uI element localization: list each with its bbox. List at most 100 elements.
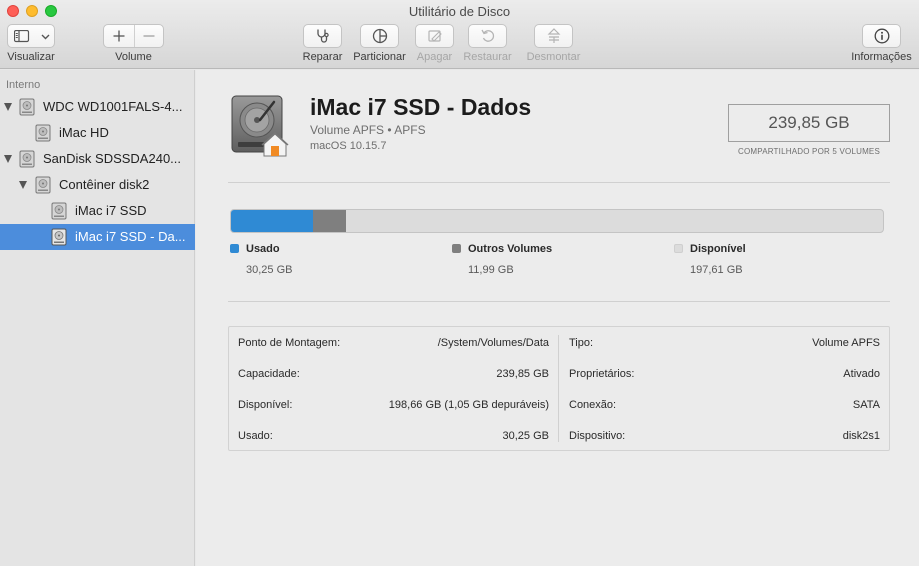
info-row: Capacidade: 239,85 GB: [238, 358, 549, 389]
info-row: Conexão: SATA: [569, 389, 880, 420]
sidebar-item-label: iMac i7 SSD: [75, 203, 147, 218]
unmount-button[interactable]: [534, 24, 573, 48]
info-value: 198,66 GB (1,05 GB depuráveis): [388, 398, 549, 411]
hard-drive-icon: [51, 202, 67, 220]
usage-segment-used: [231, 210, 313, 232]
sidebar-item-imac-i7-ssd[interactable]: iMac i7 SSD: [0, 198, 195, 224]
info-row: Usado: 30,25 GB: [238, 420, 549, 451]
hard-drive-icon: [19, 98, 35, 116]
hard-drive-icon: [19, 150, 35, 168]
unmount-icon: [547, 28, 560, 43]
restore-button[interactable]: [468, 24, 507, 48]
info-key: Capacidade:: [238, 367, 300, 380]
sidebar-item-container-disk2[interactable]: Contêiner disk2: [0, 172, 195, 198]
volume-info-table: Ponto de Montagem: /System/Volumes/Data …: [228, 326, 890, 451]
info-value: SATA: [852, 398, 880, 411]
info-value: 239,85 GB: [496, 367, 549, 380]
sidebar-item-label: iMac i7 SSD - Da...: [75, 229, 186, 244]
partition-button[interactable]: [360, 24, 399, 48]
divider: [228, 182, 890, 183]
view-button[interactable]: [7, 24, 55, 48]
disclosure-triangle-icon[interactable]: [19, 181, 27, 189]
sidebar: Interno WDC WD1001FALS-4... iMac HD SanD…: [0, 70, 195, 566]
restore-icon: [480, 29, 494, 42]
partition-label: Particionar: [353, 51, 406, 63]
pie-icon: [372, 28, 387, 44]
sidebar-item-sandisk-disk[interactable]: SanDisk SDSSDA240...: [0, 146, 195, 172]
view-label: Visualizar: [7, 51, 55, 63]
usage-bar: [230, 209, 884, 233]
volume-label: Volume: [115, 51, 152, 63]
legend-label: Usado: [246, 243, 280, 255]
volume-segmented-control: [103, 24, 164, 48]
volume-os: macOS 10.15.7: [310, 140, 387, 152]
sidebar-item-label: WDC WD1001FALS-4...: [43, 99, 183, 114]
chevron-down-icon: [41, 34, 50, 40]
disclosure-triangle-icon[interactable]: [4, 155, 12, 163]
sidebar-icon: [14, 30, 30, 43]
unmount-label: Desmontar: [526, 51, 581, 63]
hard-drive-icon: [35, 176, 51, 194]
info-row: Dispositivo: disk2s1: [569, 420, 880, 451]
info-row: Tipo: Volume APFS: [569, 327, 880, 358]
sidebar-item-imac-hd[interactable]: iMac HD: [0, 120, 195, 146]
info-row: Ponto de Montagem: /System/Volumes/Data: [238, 327, 549, 358]
info-label: Informações: [851, 51, 912, 63]
legend-label: Outros Volumes: [468, 243, 553, 255]
info-value: /System/Volumes/Data: [437, 336, 549, 349]
info-key: Disponível:: [238, 398, 293, 411]
sidebar-item-label: iMac HD: [59, 125, 109, 140]
sidebar-item-label: SanDisk SDSSDA240...: [43, 151, 182, 166]
disclosure-triangle-icon[interactable]: [4, 103, 12, 111]
restore-label: Restaurar: [463, 51, 512, 63]
volume-subtitle: Volume APFS • APFS: [310, 123, 426, 137]
internal-drive-home-icon: [231, 95, 289, 157]
legend-swatch: [452, 244, 461, 253]
stethoscope-icon: [316, 29, 329, 43]
info-key: Usado:: [238, 429, 273, 442]
erase-button[interactable]: [415, 24, 454, 48]
toolbar: Utilitário de Disco Visualizar Volume Re…: [0, 0, 919, 69]
volume-detail-panel: iMac i7 SSD - Dados Volume APFS • APFS m…: [196, 70, 919, 566]
volume-size-caption: COMPARTILHADO POR 5 VOLUMES: [737, 147, 881, 156]
segment-divider: [134, 25, 135, 47]
first-aid-button[interactable]: [303, 24, 342, 48]
legend-value: 11,99 GB: [468, 264, 514, 276]
info-key: Tipo:: [569, 336, 594, 349]
legend-swatch: [674, 244, 683, 253]
info-row: Proprietários: Ativado: [569, 358, 880, 389]
info-value: Ativado: [843, 367, 880, 380]
info-row: Disponível: 198,66 GB (1,05 GB depurávei…: [238, 389, 549, 420]
minus-icon[interactable]: [143, 30, 155, 42]
volume-size-box: 239,85 GB: [728, 104, 890, 142]
info-button[interactable]: [862, 24, 901, 48]
plus-icon[interactable]: [113, 30, 125, 42]
legend-value: 197,61 GB: [690, 264, 743, 276]
disk-utility-window: Utilitário de Disco Visualizar Volume Re…: [0, 0, 919, 566]
info-key: Dispositivo:: [569, 429, 626, 442]
legend-label: Disponível: [690, 243, 746, 255]
window-title: Utilitário de Disco: [408, 4, 511, 19]
usage-segment-other-volumes: [313, 210, 346, 232]
info-key: Ponto de Montagem:: [238, 336, 341, 349]
legend-swatch: [230, 244, 239, 253]
volume-title: iMac i7 SSD - Dados: [310, 94, 532, 120]
eraser-icon: [427, 30, 442, 42]
info-value: disk2s1: [842, 429, 880, 442]
legend-value: 30,25 GB: [246, 264, 293, 276]
info-key: Proprietários:: [569, 367, 635, 380]
hard-drive-icon: [51, 228, 67, 246]
info-column-divider: [558, 335, 559, 442]
info-value: Volume APFS: [812, 336, 880, 349]
sidebar-section-internal: Interno: [6, 79, 41, 91]
first-aid-label: Reparar: [302, 51, 343, 63]
sidebar-item-label: Contêiner disk2: [59, 177, 150, 192]
hard-drive-icon: [35, 124, 51, 142]
info-value: 30,25 GB: [502, 429, 549, 442]
info-icon: [874, 28, 889, 44]
info-key: Conexão:: [569, 398, 617, 411]
sidebar-item-wdc-disk[interactable]: WDC WD1001FALS-4...: [0, 94, 195, 120]
divider: [228, 301, 890, 302]
sidebar-item-imac-i7-ssd-dados[interactable]: iMac i7 SSD - Da...: [0, 224, 195, 250]
erase-label: Apagar: [416, 51, 453, 63]
